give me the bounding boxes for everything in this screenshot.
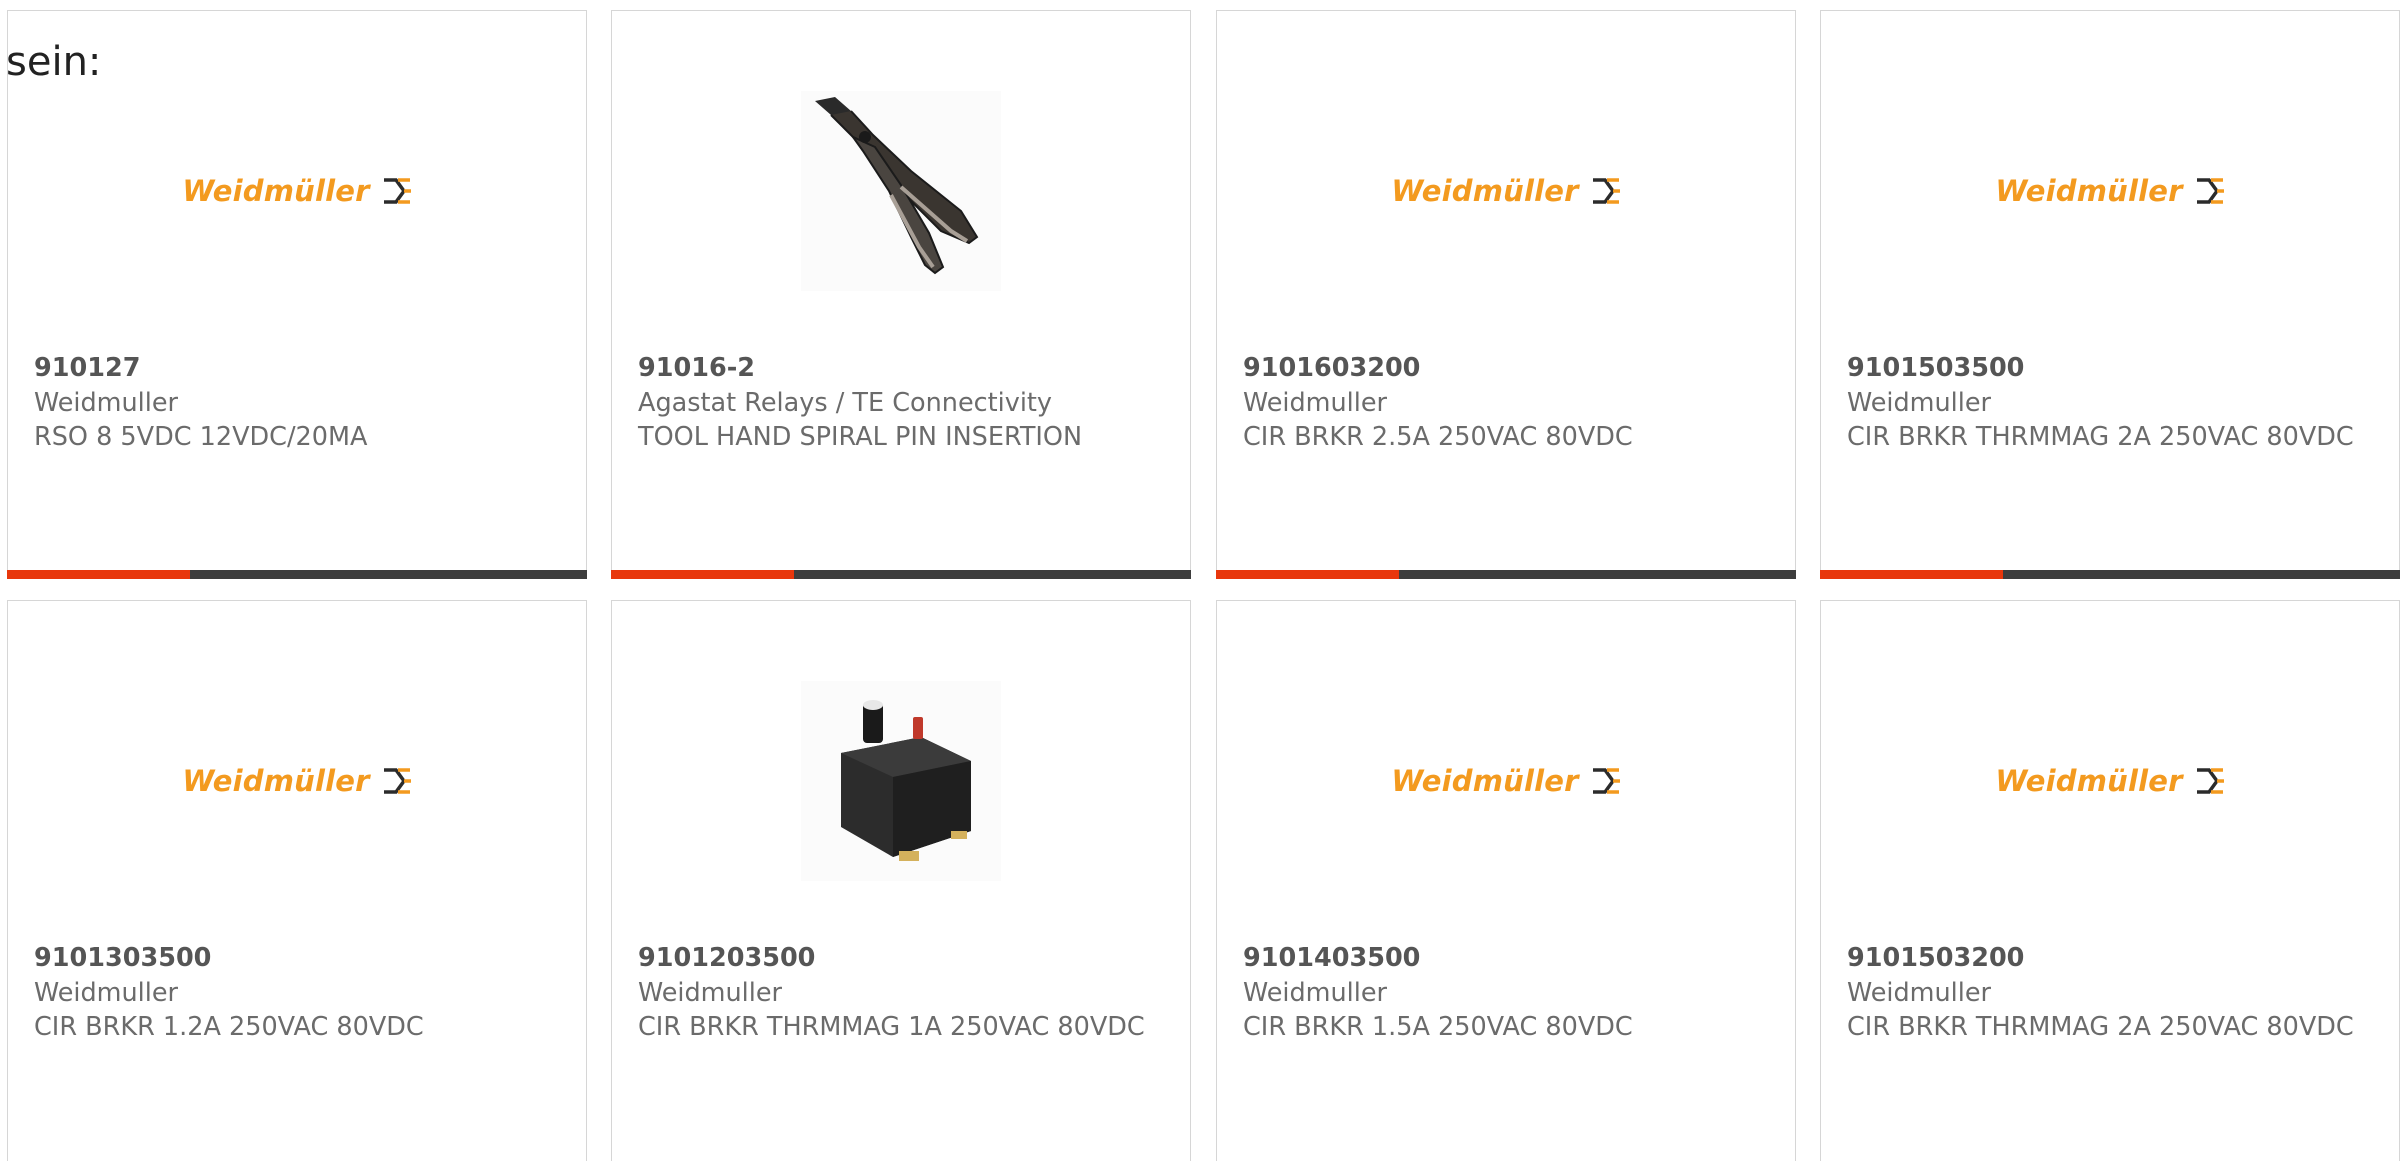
manufacturer: Weidmuller — [1847, 387, 1992, 418]
part-number-link[interactable]: 9101503200 — [1847, 941, 2379, 976]
product-image[interactable]: Weidmüller — [1821, 671, 2399, 891]
manufacturer: Weidmuller — [638, 977, 783, 1008]
part-number-link[interactable]: 9101403500 — [1243, 941, 1775, 976]
part-number-link[interactable]: 9101203500 — [638, 941, 1170, 976]
card-bottom-bar — [611, 570, 1191, 579]
product-description: CIR BRKR THRMMAG 2A 250VAC 80VDC — [1847, 422, 2354, 452]
card-bottom-bar — [7, 570, 587, 579]
manufacturer: Weidmuller — [1847, 977, 1992, 1008]
card-accent-bar — [611, 570, 794, 579]
product-card[interactable]: 91016-2 Agastat Relays / TE Connectivity… — [611, 10, 1191, 579]
part-number-link[interactable]: 91016-2 — [638, 351, 1170, 386]
manufacturer: Weidmuller — [34, 977, 179, 1008]
product-description: TOOL HAND SPIRAL PIN INSERTION — [638, 422, 1083, 452]
card-bottom-bar — [1216, 570, 1796, 579]
product-card[interactable]: Weidmüller 9101503500 Weidmuller CIR BRK… — [1820, 10, 2400, 579]
manufacturer: Agastat Relays / TE Connectivity — [638, 387, 1053, 418]
part-number-link[interactable]: 9101503500 — [1847, 351, 2379, 386]
circuit-breaker-icon — [801, 681, 1001, 881]
product-image[interactable] — [612, 81, 1190, 301]
manufacturer: Weidmuller — [1243, 387, 1388, 418]
product-description: CIR BRKR THRMMAG 1A 250VAC 80VDC — [638, 1012, 1145, 1042]
product-image[interactable] — [612, 671, 1190, 891]
product-image[interactable]: Weidmüller — [1821, 81, 2399, 301]
product-card[interactable]: Weidmüller 9101503200 Weidmuller CIR BRK… — [1820, 600, 2400, 1161]
weidmuller-logo: Weidmüller — [182, 174, 411, 208]
weidmuller-logo: Weidmüller — [1391, 764, 1620, 798]
product-description: CIR BRKR 1.2A 250VAC 80VDC — [34, 1012, 424, 1042]
product-description: CIR BRKR 1.5A 250VAC 80VDC — [1243, 1012, 1633, 1042]
hand-tool-icon — [801, 91, 1001, 291]
weidmuller-logo: Weidmüller — [1391, 174, 1620, 208]
part-number-link[interactable]: 910127 — [34, 351, 566, 386]
manufacturer: Weidmuller — [1243, 977, 1388, 1008]
product-image[interactable]: Weidmüller — [1217, 81, 1795, 301]
lead-text: sein: — [6, 39, 102, 85]
product-image[interactable]: Weidmüller — [8, 671, 586, 891]
card-accent-bar — [1216, 570, 1399, 579]
product-description: CIR BRKR 2.5A 250VAC 80VDC — [1243, 422, 1633, 452]
card-accent-bar — [1820, 570, 2003, 579]
card-bottom-bar — [1820, 570, 2400, 579]
product-card[interactable]: Weidmüller 910127 Weidmuller RSO 8 5VDC … — [7, 10, 587, 579]
card-accent-bar — [7, 570, 190, 579]
product-card[interactable]: Weidmüller 9101403500 Weidmuller CIR BRK… — [1216, 600, 1796, 1161]
product-card[interactable]: Weidmüller 9101603200 Weidmuller CIR BRK… — [1216, 10, 1796, 579]
product-description: CIR BRKR THRMMAG 2A 250VAC 80VDC — [1847, 1012, 2354, 1042]
part-number-link[interactable]: 9101303500 — [34, 941, 566, 976]
part-number-link[interactable]: 9101603200 — [1243, 351, 1775, 386]
manufacturer: Weidmuller — [34, 387, 179, 418]
weidmuller-logo: Weidmüller — [182, 764, 411, 798]
product-card[interactable]: Weidmüller 9101303500 Weidmuller CIR BRK… — [7, 600, 587, 1161]
product-image[interactable]: Weidmüller — [8, 81, 586, 301]
weidmuller-logo: Weidmüller — [1995, 174, 2224, 208]
weidmuller-logo: Weidmüller — [1995, 764, 2224, 798]
product-grid-page: sein: Weidmüller 910127 Weidmuller RSO 8… — [0, 0, 2400, 1161]
product-card[interactable]: 9101203500 Weidmuller CIR BRKR THRMMAG 1… — [611, 600, 1191, 1161]
product-image[interactable]: Weidmüller — [1217, 671, 1795, 891]
product-description: RSO 8 5VDC 12VDC/20MA — [34, 422, 368, 452]
